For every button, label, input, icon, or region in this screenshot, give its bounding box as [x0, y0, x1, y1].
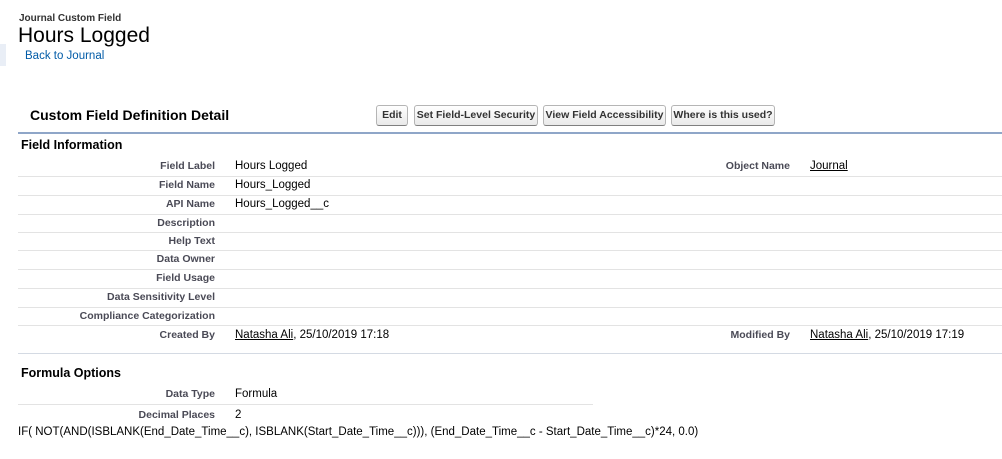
row-divider [18, 195, 1002, 196]
data-type-label: Data Type [165, 388, 215, 400]
modified-by-date: , 25/10/2019 17:19 [868, 329, 965, 341]
view-field-accessibility-button[interactable]: View Field Accessibility [543, 105, 666, 126]
field-name-value: Hours_Logged [235, 179, 311, 191]
edit-button[interactable]: Edit [376, 105, 408, 126]
row-divider [18, 404, 593, 405]
description-label: Description [157, 217, 215, 229]
row-divider [18, 288, 1002, 289]
decimal-places-label: Decimal Places [138, 409, 215, 421]
decimal-places-value: 2 [235, 409, 242, 421]
left-accent-strip [0, 44, 6, 66]
created-by-label: Created By [159, 329, 215, 341]
object-type-label: Journal Custom Field [19, 13, 122, 24]
data-type-value: Formula [235, 388, 278, 400]
modified-by-value: Natasha Ali, 25/10/2019 17:19 [810, 329, 964, 341]
modified-by-label: Modified By [730, 329, 791, 341]
back-to-journal-link[interactable]: Back to Journal [25, 50, 104, 62]
api-name-value: Hours_Logged__c [235, 198, 329, 210]
detail-section-title: Custom Field Definition Detail [30, 107, 230, 123]
field-information-heading: Field Information [21, 138, 123, 152]
created-by-date: , 25/10/2019 17:18 [293, 329, 390, 341]
row-divider [18, 325, 1002, 326]
object-name-link[interactable]: Journal [810, 160, 848, 172]
page-title: Hours Logged [18, 24, 150, 47]
field-usage-label: Field Usage [156, 272, 215, 284]
data-sensitivity-level-label: Data Sensitivity Level [107, 291, 215, 303]
row-divider [18, 307, 1002, 308]
row-divider [18, 232, 1002, 233]
row-divider [18, 269, 1002, 270]
row-divider [18, 250, 1002, 251]
compliance-categorization-label: Compliance Categorization [79, 310, 215, 322]
field-label-value: Hours Logged [235, 160, 308, 172]
section-divider [18, 353, 1002, 354]
data-owner-label: Data Owner [156, 253, 215, 265]
modified-by-user-link[interactable]: Natasha Ali [810, 329, 868, 341]
formula-options-heading: Formula Options [21, 366, 121, 380]
where-is-this-used-button[interactable]: Where is this used? [671, 105, 775, 126]
field-name-label: Field Name [158, 179, 215, 191]
help-text-label: Help Text [168, 235, 215, 247]
api-name-label: API Name [165, 198, 215, 210]
created-by-user-link[interactable]: Natasha Ali [235, 329, 293, 341]
header-divider [18, 132, 1002, 134]
set-field-level-security-button[interactable]: Set Field-Level Security [414, 105, 538, 126]
object-name-label: Object Name [725, 160, 790, 172]
row-divider [18, 214, 1002, 215]
formula-text: IF( NOT(AND(ISBLANK(End_Date_Time__c), I… [18, 426, 699, 438]
created-by-value: Natasha Ali, 25/10/2019 17:18 [235, 329, 389, 341]
row-divider [18, 176, 1002, 177]
field-label-label: Field Label [160, 160, 215, 172]
